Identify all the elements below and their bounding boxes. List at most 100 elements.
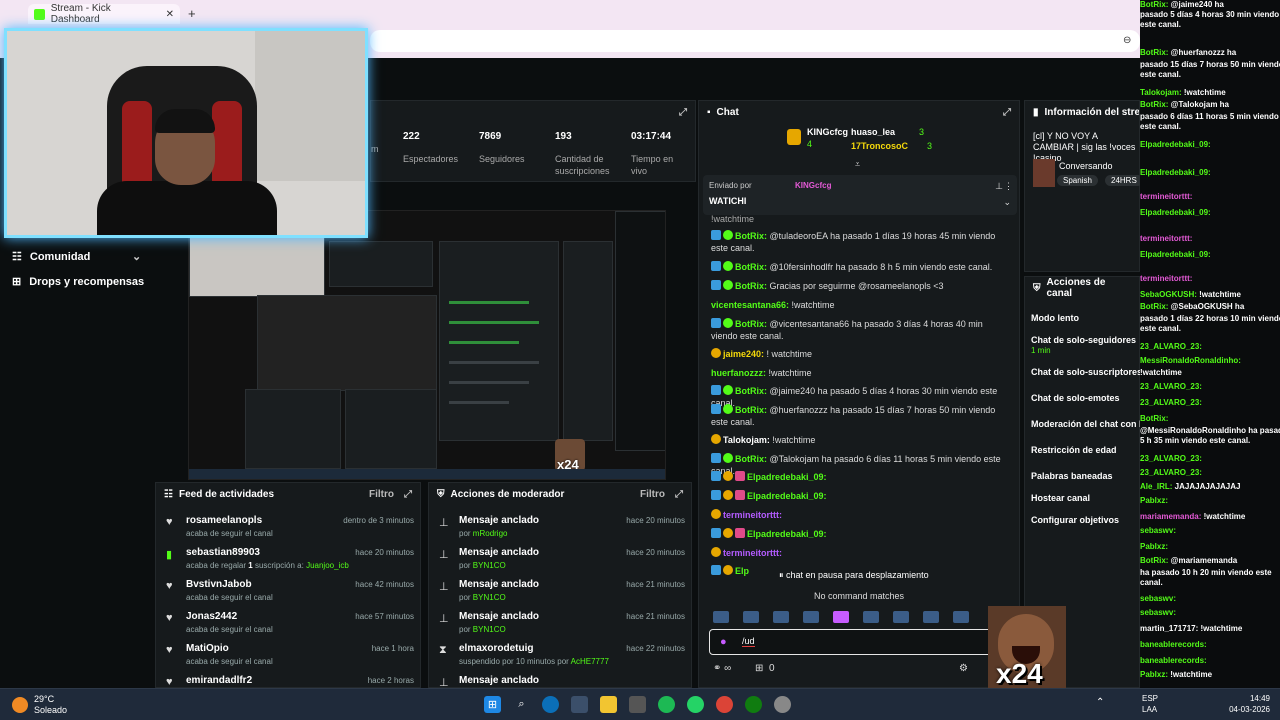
browser-tab[interactable]: Stream - Kick Dashboard ✕ [28, 3, 180, 25]
feed-row: ♥ Jonas2442 acaba de seguir el canal hac… [166, 611, 414, 634]
chat-title: Chat [716, 106, 739, 118]
overlay-chat-line: 23_ALVARO_23: [1140, 468, 1202, 477]
tag: Spanish [1057, 175, 1098, 186]
xbox-icon[interactable] [745, 696, 762, 713]
chat-username[interactable]: BotRix: [735, 231, 767, 241]
folder-icon[interactable] [600, 696, 617, 713]
chat-username[interactable]: BotRix: [735, 405, 767, 415]
pinned-message[interactable]: Enviado por KINGcfcg WATICHI ⊥ ⋮ ⌄ [703, 175, 1017, 215]
chat-username[interactable]: Elp [735, 566, 749, 576]
gift-icon[interactable]: ⊞ [755, 663, 763, 674]
action-subs-only[interactable]: Chat de solo-suscriptores [1031, 367, 1142, 377]
sidebar-item-drops[interactable]: ⊞ Drops y recompensas [12, 275, 144, 289]
chat-message: Elpadredebaki_09: [711, 528, 1011, 540]
filter-button[interactable]: Filtro [640, 489, 665, 500]
expand-icon[interactable]: ⤢ [1003, 107, 1011, 118]
overlay-chat-line: este canal. [1140, 20, 1181, 29]
chat-username[interactable]: vicentesantana66: [711, 300, 789, 310]
sidebar-item-comunidad[interactable]: ☷ Comunidad ⌄ [12, 250, 141, 264]
collapse-icon[interactable]: ⩡ [855, 159, 860, 170]
chat-icon: ▪ [707, 106, 711, 118]
store-icon[interactable] [571, 696, 588, 713]
chat-text: !watchtime [769, 435, 816, 445]
start-icon[interactable]: ⊞ [484, 696, 501, 713]
chat-username[interactable]: huerfanozzz: [711, 368, 766, 378]
mod-row: ⊥ Mensaje anclado por mRodrigo hace 20 m… [439, 515, 685, 538]
close-tab-icon[interactable]: ✕ [166, 9, 174, 20]
overlay-chat-line: !watchtime [1140, 368, 1182, 377]
app-icon[interactable] [774, 696, 791, 713]
chat-username[interactable]: BotRix: [735, 262, 767, 272]
gear-icon[interactable]: ⚙ [959, 663, 968, 674]
action-host-channel[interactable]: Hostear canal [1031, 493, 1090, 503]
preview-nested [257, 295, 437, 391]
badge-icon [711, 565, 721, 575]
chat-username[interactable]: BotRix: [735, 454, 767, 464]
expand-icon[interactable]: ⤢ [404, 489, 412, 500]
chevron-up-icon[interactable]: ⌃ [1096, 697, 1104, 708]
new-tab-button[interactable]: + [188, 6, 196, 21]
weather-icon[interactable] [12, 697, 28, 713]
action-ai-moderation[interactable]: Moderación del chat con IA [1031, 419, 1148, 429]
chat-username[interactable]: termineitorttt: [723, 548, 782, 558]
overlay-chat-line: ha pasado 10 h 20 min viendo este [1140, 568, 1272, 577]
address-bar[interactable] [370, 30, 1140, 52]
chat-username[interactable]: Elpadredebaki_09: [747, 529, 827, 539]
overlay-chat-line: mariamemanda: !watchtime [1140, 512, 1246, 521]
chevron-down-icon[interactable]: ⌄ [1003, 197, 1011, 208]
points-count: 0 [769, 663, 775, 674]
chat-username[interactable]: jaime240: [723, 349, 764, 359]
edge-icon[interactable] [542, 696, 559, 713]
language-indicator[interactable]: ESP LAA [1142, 693, 1158, 715]
action-age-restriction[interactable]: Restricción de edad [1031, 445, 1117, 455]
action-followers-only[interactable]: Chat de solo-seguidores [1031, 335, 1136, 345]
chat-text: ! watchtime [764, 349, 813, 359]
hourglass-icon: ⧗ [439, 644, 447, 656]
action-slow-mode[interactable]: Modo lento [1031, 313, 1079, 323]
stat-live-time: 03:17:44 Tiempo en vivo [631, 131, 674, 176]
chat-message: BotRix: @huerfanozzz ha pasado 15 días 7… [711, 404, 1011, 428]
chat-text: Gracias por seguirme @rosameelanopls <3 [767, 281, 944, 291]
overlay-chat-line: BotRix: @Talokojam ha [1140, 100, 1230, 109]
chat-username[interactable]: Elpadredebaki_09: [747, 472, 827, 482]
zoom-icon[interactable]: ⊖ [1123, 35, 1131, 46]
no-command-matches: No command matches [813, 591, 905, 601]
snipping-tool-icon[interactable] [629, 696, 646, 713]
chat-username[interactable]: BotRix: [735, 386, 767, 396]
chat-message: Elpadredebaki_09: [711, 471, 1011, 483]
more-icon[interactable]: ⋮ [1004, 181, 1013, 192]
chat-username[interactable]: termineitorttt: [723, 510, 782, 520]
filter-button[interactable]: Filtro [369, 489, 394, 500]
overlay-chat-line: Elpadredebaki_09: [1140, 140, 1211, 149]
expand-icon[interactable]: ⤢ [675, 489, 683, 500]
action-banned-words[interactable]: Palabras baneadas [1031, 471, 1113, 481]
overlay-chat-line: BotRix: @jaime240 ha [1140, 0, 1224, 9]
webcam-overlay [4, 28, 368, 238]
whatsapp-icon[interactable] [687, 696, 704, 713]
overlay-chat-line: SebaOGKUSH: !watchtime [1140, 290, 1241, 299]
chat-username[interactable]: BotRix: [735, 319, 767, 329]
overlay-chat-line: @MessiRonaldoRonaldinho ha pasado [1140, 426, 1280, 435]
settings-link-icon[interactable]: ⚭ ∞ [713, 663, 731, 674]
spotify-icon[interactable] [658, 696, 675, 713]
chevron-down-icon: ⌄ [132, 251, 142, 263]
overlay-chat-line: Pablxz: [1140, 542, 1169, 551]
chat-username[interactable]: Talokojam: [723, 435, 770, 445]
weather-widget[interactable]: 29°C Soleado [34, 694, 67, 716]
emote-bar[interactable] [709, 611, 1009, 625]
action-emotes-only[interactable]: Chat de solo-emotes [1031, 393, 1120, 403]
chat-input[interactable]: ● /ud [709, 629, 999, 655]
chat-username[interactable]: Elpadredebaki_09: [747, 491, 827, 501]
feed-row: ♥ MatiOpio acaba de seguir el canal hace… [166, 643, 414, 666]
expand-icon[interactable]: ⤢ [679, 107, 687, 118]
chat-username[interactable]: BotRix: [735, 281, 767, 291]
clock[interactable]: 14:49 04-03-2026 [1226, 693, 1270, 715]
search-icon[interactable]: ⌕ [513, 696, 530, 713]
action-goals[interactable]: Configurar objetivos [1031, 515, 1119, 525]
badge-icon [711, 490, 721, 500]
pin-icon[interactable]: ⊥ [995, 181, 1003, 192]
chrome-icon[interactable] [716, 696, 733, 713]
chat-paused-notice[interactable]: ⏸ chat en pausa para desplazamiento [779, 570, 929, 581]
overlay-chat-line: Pablxz: [1140, 496, 1169, 505]
mic-icon[interactable]: ● [720, 636, 727, 648]
